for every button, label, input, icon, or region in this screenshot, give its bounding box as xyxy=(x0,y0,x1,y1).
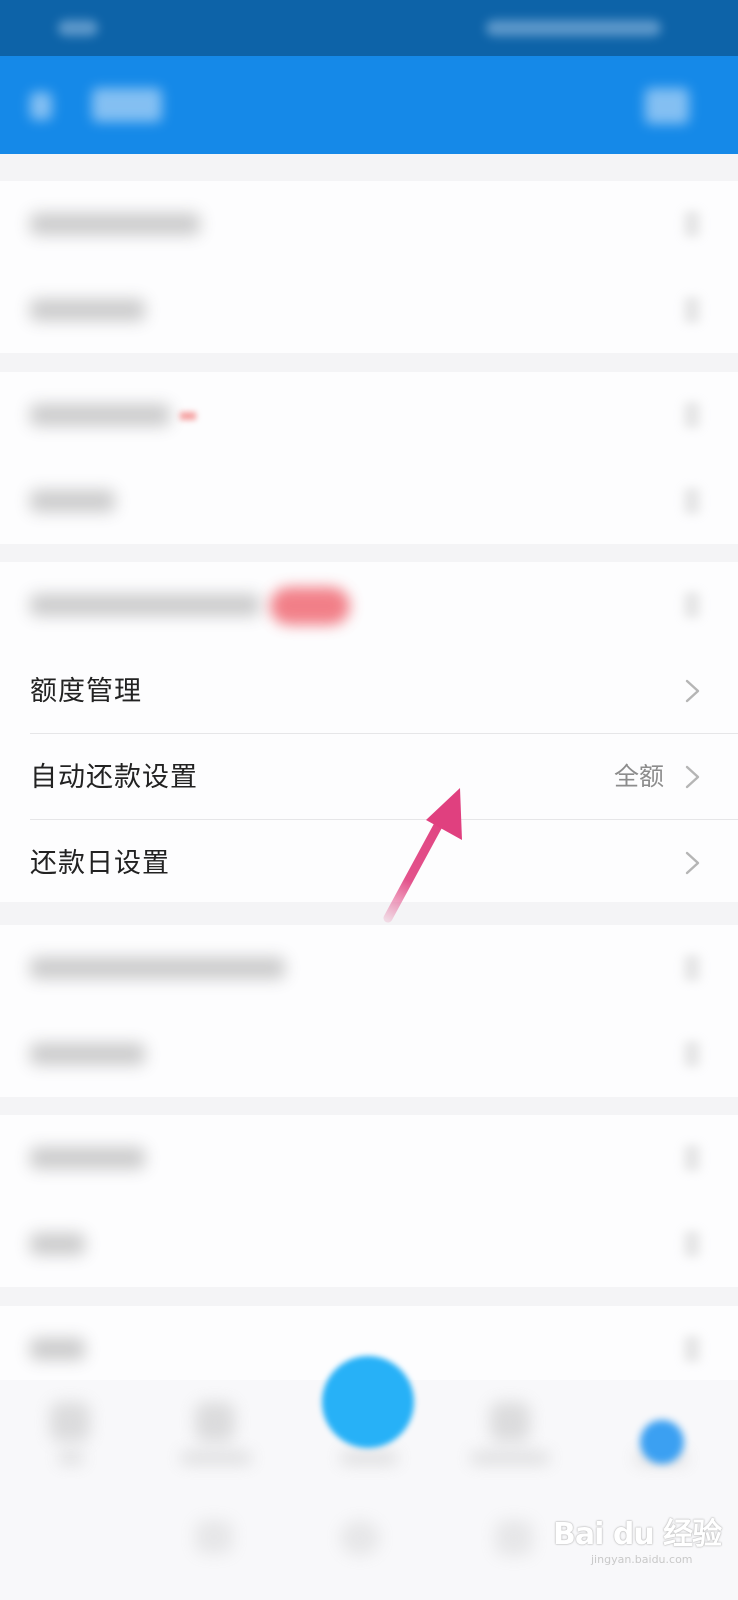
watermark-brand: Bai du 经验 xyxy=(553,1517,722,1552)
watermark-url: jingyan.baidu.com xyxy=(591,1553,693,1566)
baidu-watermark: Bai du 经验 jingyan.baidu.com xyxy=(553,1495,728,1575)
arrow-up-right-annotation xyxy=(383,788,462,923)
